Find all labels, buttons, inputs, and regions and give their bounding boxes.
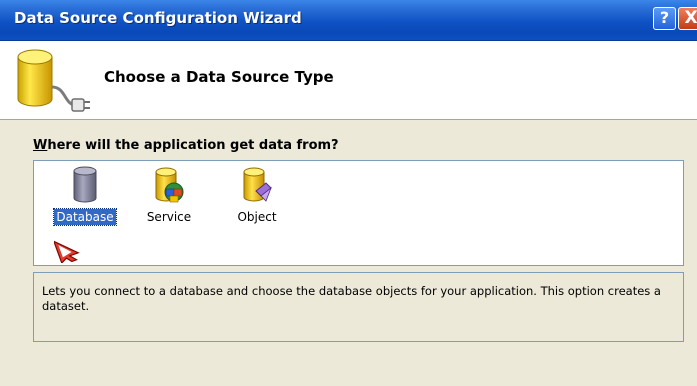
list-item-label: Service	[146, 210, 192, 224]
list-item-service[interactable]: Service	[132, 165, 206, 231]
service-icon	[155, 167, 184, 203]
database-plug-icon	[17, 49, 90, 112]
data-source-list[interactable]: Database Service Object	[33, 160, 684, 266]
description-box: Lets you connect to a database and choos…	[33, 272, 684, 342]
list-item-object[interactable]: Object	[220, 165, 294, 231]
question-mnemonic: W	[33, 138, 48, 153]
wizard-header: Choose a Data Source Type	[0, 41, 697, 120]
list-item-label: Object	[237, 210, 277, 224]
list-item-label: Database	[53, 208, 117, 226]
description-text: Lets you connect to a database and choos…	[42, 284, 661, 313]
list-item-database[interactable]: Database	[48, 165, 122, 263]
page-title: Choose a Data Source Type	[104, 68, 334, 86]
title-bar[interactable]: Data Source Configuration Wizard ? X	[0, 0, 697, 41]
wizard-window: Data Source Configuration Wizard ? X Cho…	[0, 0, 697, 386]
data-source-question: Where will the application get data from…	[33, 138, 339, 153]
window-title: Data Source Configuration Wizard	[14, 9, 302, 27]
object-icon	[243, 167, 272, 202]
help-button[interactable]: ?	[653, 7, 676, 30]
close-button[interactable]: X	[678, 7, 697, 30]
database-icon	[73, 166, 97, 203]
cursor-arrow-icon	[54, 240, 80, 263]
question-label: here will the application get data from?	[47, 138, 339, 153]
